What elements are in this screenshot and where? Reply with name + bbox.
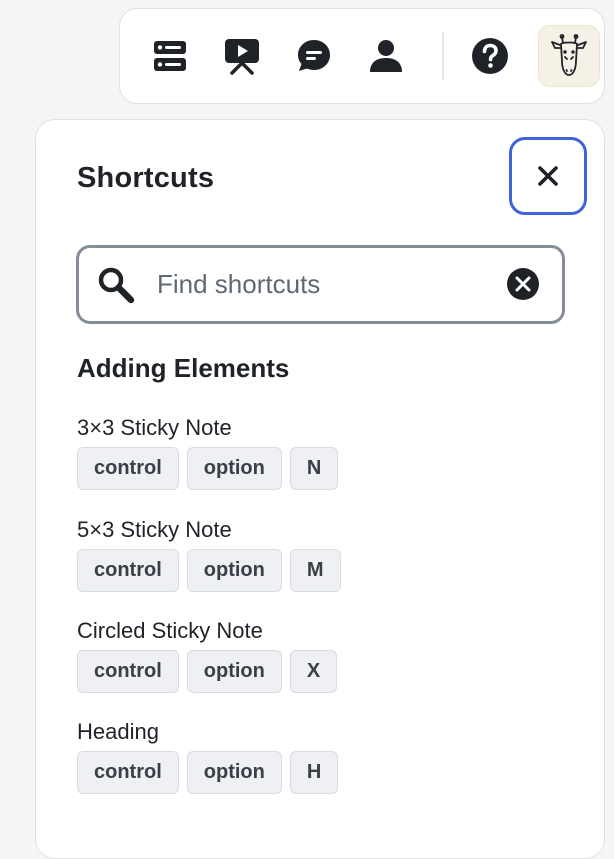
list-button[interactable] <box>142 28 198 84</box>
shortcut-keys: control option H <box>77 751 346 794</box>
key-letter: H <box>289 751 339 794</box>
help-button[interactable] <box>462 28 518 84</box>
search-input[interactable] <box>157 264 487 304</box>
key-control: control <box>77 751 179 794</box>
shortcut-label: Heading <box>77 719 159 744</box>
close-button[interactable] <box>509 137 587 215</box>
close-icon <box>538 166 558 186</box>
key-option: option <box>186 447 282 490</box>
shortcut-label: Circled Sticky Note <box>77 618 263 643</box>
list-icon <box>154 41 186 71</box>
search-box <box>76 245 565 324</box>
shortcuts-panel: Shortcuts Adding Elements 3×3 Sticky Not… <box>35 119 605 859</box>
shortcut-keys: control option M <box>77 549 349 592</box>
shortcut-item: Circled Sticky Note control option X <box>77 617 345 693</box>
shortcut-label: 5×3 Sticky Note <box>77 517 232 542</box>
search-icon <box>98 267 135 304</box>
key-option: option <box>186 650 282 693</box>
shortcut-label: 3×3 Sticky Note <box>77 415 232 440</box>
key-letter: X <box>289 650 338 693</box>
person-icon <box>370 40 402 72</box>
panel-title: Shortcuts <box>77 162 215 194</box>
key-option: option <box>186 751 282 794</box>
people-button[interactable] <box>358 28 414 84</box>
key-control: control <box>77 549 179 592</box>
key-control: control <box>77 447 179 490</box>
present-button[interactable] <box>214 28 270 84</box>
toolbar-divider <box>442 32 444 80</box>
giraffe-avatar <box>551 34 587 76</box>
top-toolbar <box>119 8 605 104</box>
shortcut-keys: control option X <box>77 650 345 693</box>
clear-search-icon[interactable] <box>506 267 540 301</box>
chat-bubble-icon <box>298 40 330 71</box>
section-title: Adding Elements <box>77 353 290 383</box>
key-option: option <box>186 549 282 592</box>
key-control: control <box>77 650 179 693</box>
user-avatar-button[interactable] <box>538 25 600 87</box>
shortcut-keys: control option N <box>77 447 346 490</box>
presentation-icon <box>225 39 259 75</box>
key-letter: M <box>289 549 341 592</box>
help-icon <box>472 38 508 74</box>
comments-button[interactable] <box>286 28 342 84</box>
shortcut-item: 5×3 Sticky Note control option M <box>77 516 349 592</box>
key-letter: N <box>289 447 339 490</box>
shortcut-item: 3×3 Sticky Note control option N <box>77 414 346 490</box>
shortcut-item: Heading control option H <box>77 718 346 794</box>
